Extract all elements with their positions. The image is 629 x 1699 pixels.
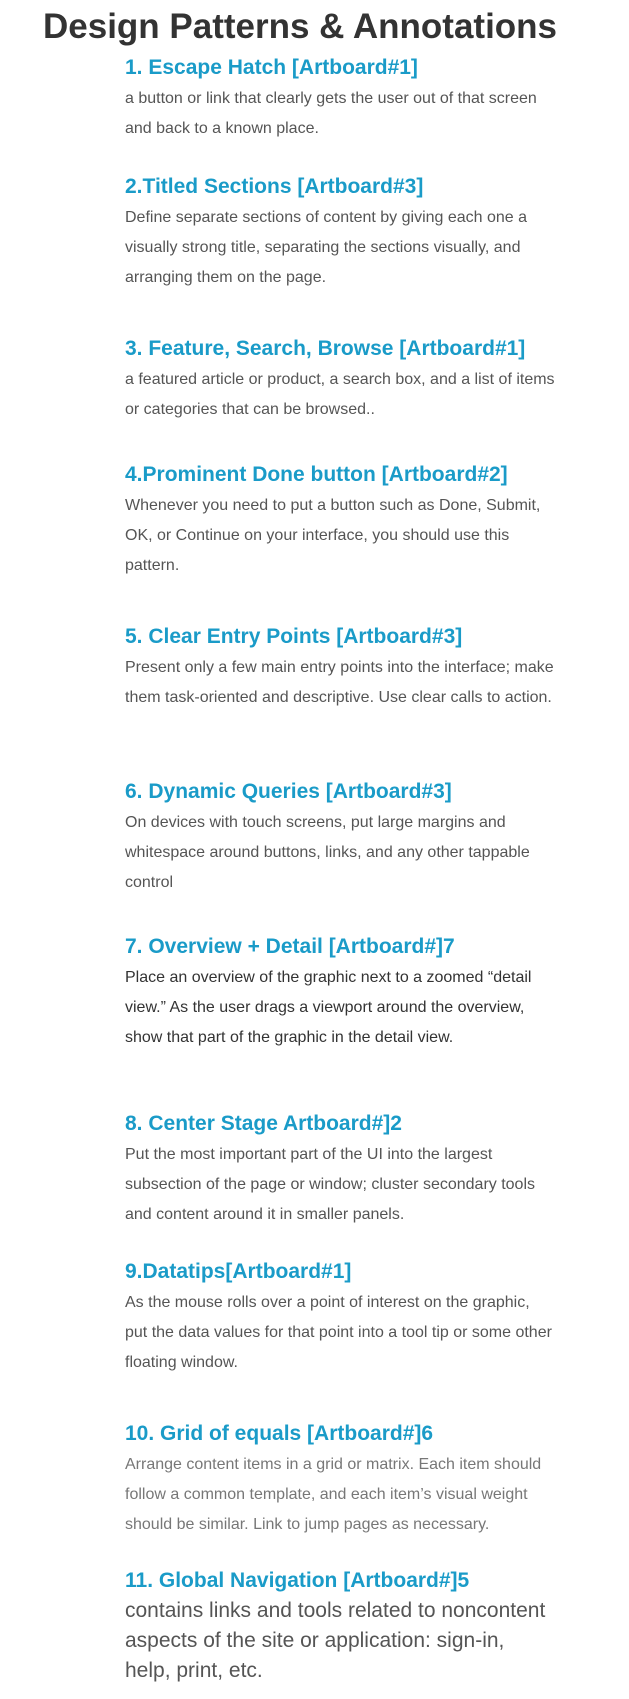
pattern-feature-search-browse: 3. Feature, Search, Browse [Artboard#1] … [125, 336, 555, 425]
section-description: Whenever you need to put a button such a… [125, 497, 541, 574]
pattern-overview-detail: 7. Overview + Detail [Artboard#]7 Place … [125, 934, 555, 1053]
pattern-clear-entry-points: 5. Clear Entry Points [Artboard#3] Prese… [125, 624, 555, 713]
page-title: Design Patterns & Annotations [42, 7, 558, 46]
section-heading: 4.Prominent Done button [Artboard#2] [125, 463, 508, 486]
section-description: a featured article or product, a search … [125, 371, 555, 418]
section-heading: 9.Datatips[Artboard#1] [125, 1260, 352, 1283]
section-description: Present only a few main entry points int… [125, 659, 554, 706]
pattern-escape-hatch: 1. Escape Hatch [Artboard#1] a button or… [125, 55, 555, 144]
section-description: As the mouse rolls over a point of inter… [125, 1294, 552, 1371]
section-description: contains links and tools related to nonc… [125, 1599, 546, 1682]
section-description: Put the most important part of the UI in… [125, 1146, 536, 1223]
section-heading: 1. Escape Hatch [Artboard#1] [125, 56, 418, 79]
section-heading: 7. Overview + Detail [Artboard#]7 [125, 935, 455, 958]
pattern-center-stage: 8. Center Stage Artboard#]2 Put the most… [125, 1111, 555, 1230]
section-heading: 3. Feature, Search, Browse [Artboard#1] [125, 337, 526, 360]
section-heading: 5. Clear Entry Points [Artboard#3] [125, 625, 463, 648]
pattern-grid-of-equals: 10. Grid of equals [Artboard#]6 Arrange … [125, 1421, 555, 1540]
pattern-datatips: 9.Datatips[Artboard#1] As the mouse roll… [125, 1259, 555, 1378]
section-description: Place an overview of the graphic next to… [125, 969, 532, 1046]
section-description: Define separate sections of content by g… [125, 209, 528, 286]
section-heading: 10. Grid of equals [Artboard#]6 [125, 1422, 434, 1445]
pattern-dynamic-queries: 6. Dynamic Queries [Artboard#3] On devic… [125, 779, 555, 898]
section-heading: 6. Dynamic Queries [Artboard#3] [125, 780, 452, 803]
pattern-global-navigation: 11. Global Navigation [Artboard#]5 conta… [125, 1568, 555, 1686]
section-description: On devices with touch screens, put large… [125, 814, 530, 891]
pattern-prominent-done-button: 4.Prominent Done button [Artboard#2] Whe… [125, 462, 555, 581]
section-heading: 2.Titled Sections [Artboard#3] [125, 175, 424, 198]
section-description: a button or link that clearly gets the u… [125, 90, 537, 137]
section-heading: 8. Center Stage Artboard#]2 [125, 1112, 402, 1135]
section-heading: 11. Global Navigation [Artboard#]5 [125, 1569, 470, 1592]
pattern-titled-sections: 2.Titled Sections [Artboard#3] Define se… [125, 174, 555, 293]
section-description: Arrange content items in a grid or matri… [125, 1456, 542, 1533]
